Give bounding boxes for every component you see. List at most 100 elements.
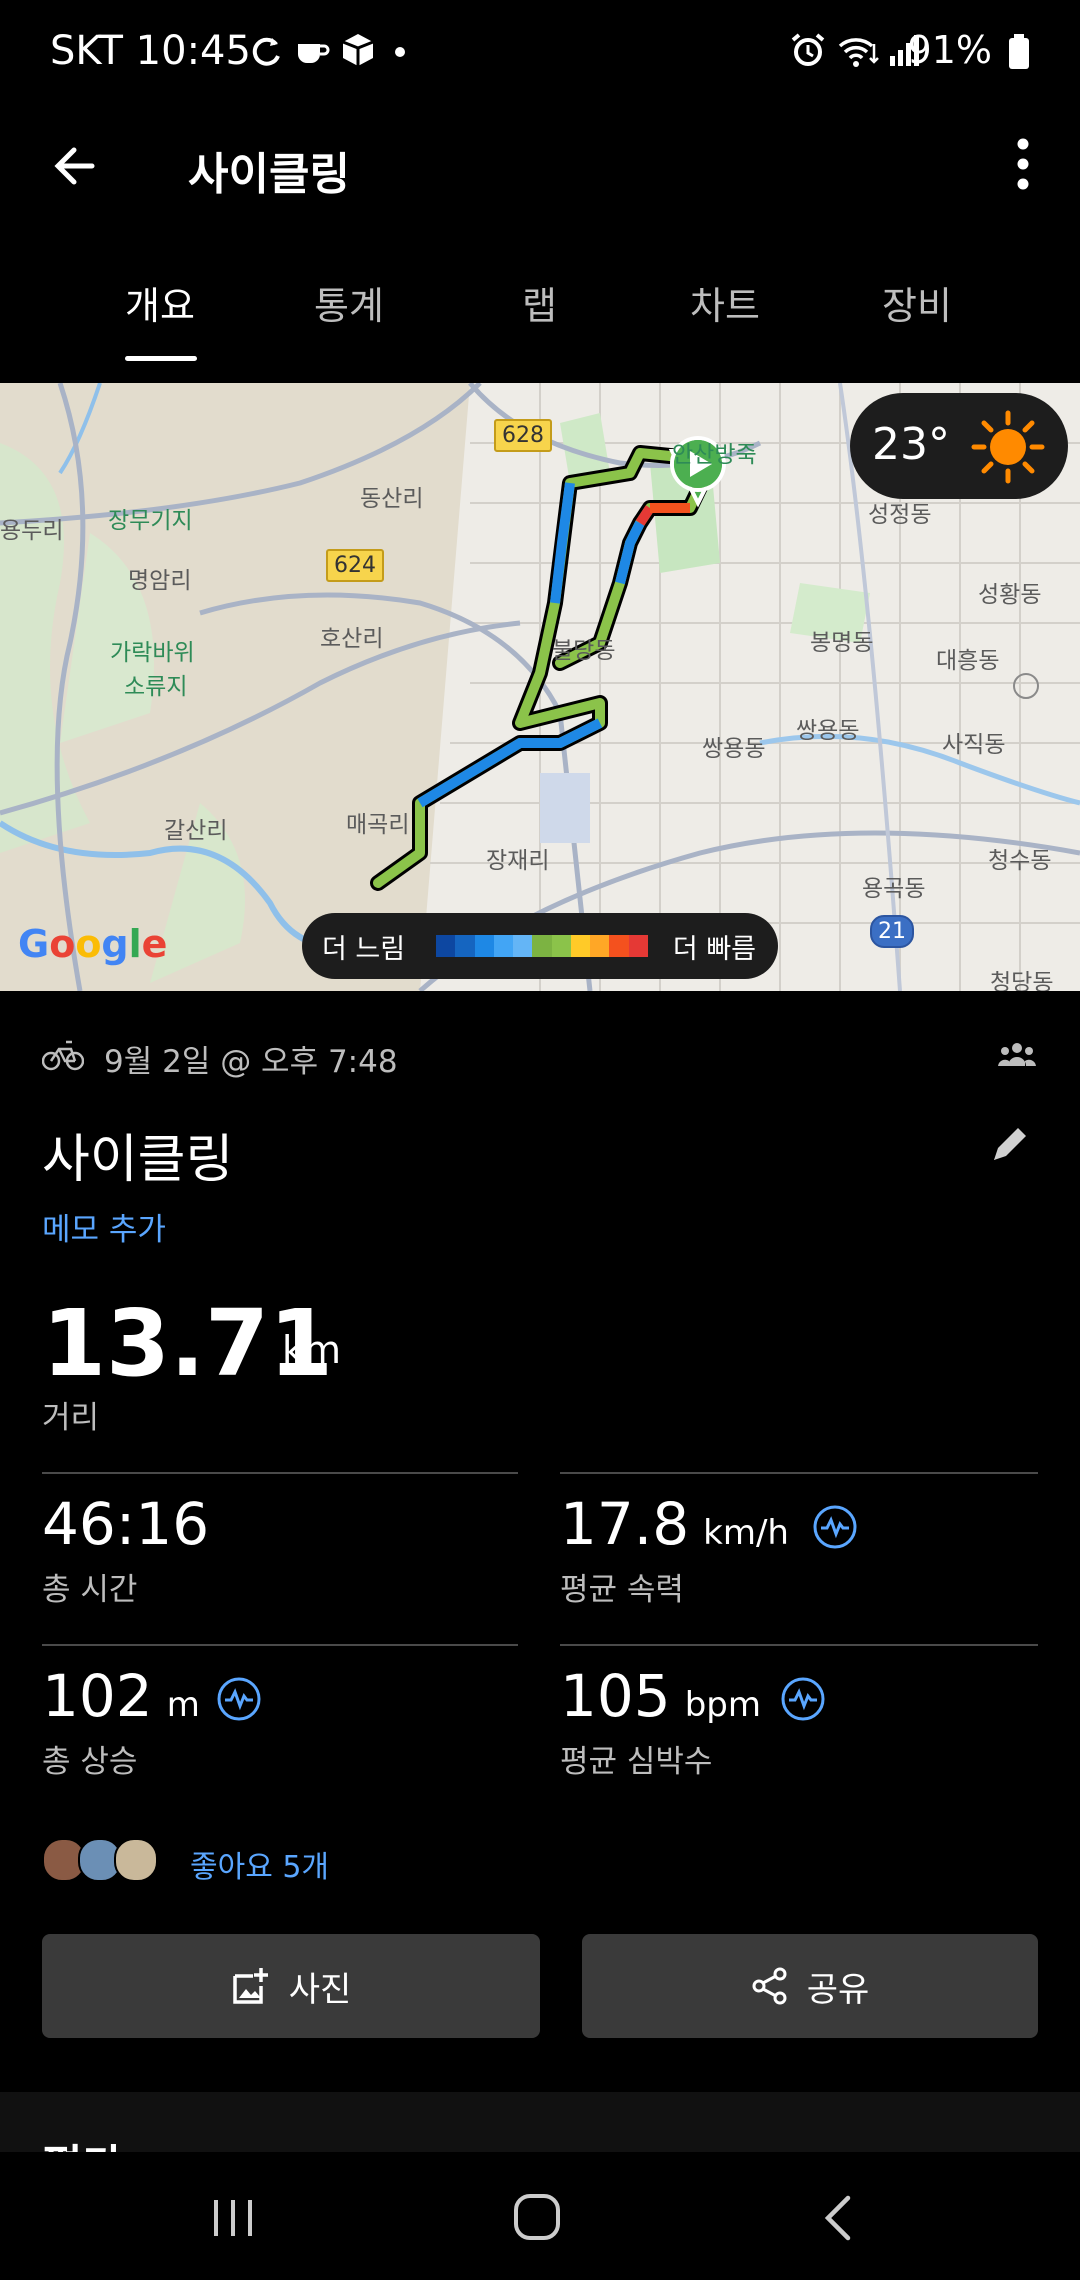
stat-total-time: 46:16 — [42, 1490, 209, 1558]
map-label: 쌍용동 — [796, 718, 860, 744]
sun-icon — [971, 410, 1045, 484]
bicycle-icon — [42, 1040, 84, 1071]
photo-button-label: 사진 — [288, 1969, 352, 2010]
back-arrow-icon[interactable] — [46, 138, 102, 194]
road-sign: 624 — [326, 549, 384, 582]
back-icon[interactable] — [820, 2194, 856, 2242]
legend-color-swatch — [609, 935, 629, 957]
legend-color-swatch — [436, 935, 456, 957]
pulse-chart-icon[interactable] — [780, 1676, 826, 1722]
map-label: 대흥동 — [936, 648, 1000, 674]
map-label: 명암리 — [128, 568, 192, 594]
next-section-panel — [0, 2092, 1080, 2152]
status-bar: SKT 10:45 91% — [0, 0, 1080, 110]
divider — [42, 1472, 518, 1474]
stat-value: 102 — [42, 1662, 153, 1730]
map-label: 청당동 — [990, 970, 1054, 991]
map-label: 봉명동 — [810, 630, 874, 656]
map-label: 장재리 — [486, 848, 550, 874]
avatar — [114, 1838, 158, 1882]
weather-temperature: 23° — [872, 419, 950, 470]
map-label: 장무기지 — [108, 508, 193, 534]
notification-dot-icon — [395, 47, 405, 57]
legend-color-swatch — [474, 935, 494, 957]
stat-value: 105 — [560, 1662, 671, 1730]
stat-value: 46:16 — [42, 1490, 210, 1558]
pulse-chart-icon[interactable] — [812, 1504, 858, 1550]
wifi-icon — [838, 38, 879, 67]
coffee-icon — [298, 44, 330, 63]
system-nav-bar — [0, 2152, 1080, 2280]
map-label: 안산방죽 — [672, 442, 757, 468]
map-label: 성황동 — [978, 582, 1042, 608]
alarm-icon — [791, 33, 825, 66]
page-title: 사이클링 — [188, 149, 350, 200]
share-button[interactable]: 공유 — [582, 1934, 1038, 2038]
map-label: 사직동 — [942, 732, 1006, 758]
activity-date: 9월 2일 @ 오후 7:48 — [104, 1044, 398, 1080]
tab-gear[interactable]: 장비 — [882, 275, 952, 330]
edit-pencil-icon[interactable] — [986, 1120, 1034, 1168]
activity-name: 사이클링 — [42, 1130, 234, 1190]
speed-color-scale — [436, 935, 648, 957]
legend-fast-label: 더 빠름 — [672, 934, 756, 965]
group-icon[interactable] — [998, 1040, 1036, 1068]
stat-avg-speed: 17.8 km/h — [560, 1490, 789, 1558]
stat-label: 총 시간 — [42, 1572, 138, 1608]
divider — [42, 1644, 518, 1646]
map-label: 가락바위 — [110, 640, 195, 666]
tab-laps[interactable]: 랩 — [522, 275, 557, 330]
legend-slow-label: 더 느림 — [322, 934, 406, 965]
map-label: 불당동 — [552, 638, 616, 664]
map-label: 소류지 — [124, 674, 188, 700]
weather-chip: 23° — [850, 393, 1068, 499]
legend-color-swatch — [570, 935, 591, 957]
stat-unit: km/h — [703, 1513, 789, 1553]
more-options-icon[interactable] — [1006, 134, 1040, 194]
photo-button[interactable]: 사진 — [42, 1934, 540, 2038]
divider — [560, 1644, 1038, 1646]
home-icon[interactable] — [512, 2192, 562, 2242]
google-logo: Google — [18, 922, 168, 966]
status-time: SKT 10:45 — [50, 28, 251, 74]
legend-color-swatch — [493, 935, 514, 957]
add-photo-icon — [232, 1968, 268, 2004]
sync-icon — [252, 37, 280, 66]
battery-icon — [1009, 34, 1029, 69]
legend-color-swatch — [455, 935, 475, 957]
map-label: 호산리 — [320, 626, 384, 652]
tab-overview[interactable]: 개요 — [125, 275, 195, 330]
legend-color-swatch — [628, 935, 648, 957]
stat-unit: m — [166, 1685, 200, 1725]
tab-active-indicator — [125, 356, 197, 361]
speed-legend: 더 느림 더 빠름 — [302, 913, 778, 979]
tab-charts[interactable]: 차트 — [690, 275, 760, 330]
battery-percent: 91% — [907, 28, 992, 72]
stat-avg-heart-rate: 105 bpm — [560, 1662, 761, 1730]
add-memo-link[interactable]: 메모 추가 — [42, 1204, 166, 1249]
map-label: 쌍용동 — [702, 736, 766, 762]
share-button-label: 공유 — [806, 1969, 870, 2010]
stat-label: 평균 심박수 — [560, 1744, 713, 1780]
tab-statistics[interactable]: 통계 — [314, 275, 384, 330]
recent-apps-icon[interactable] — [210, 2196, 256, 2240]
legend-color-swatch — [590, 935, 610, 957]
stat-elevation-gain: 102 m — [42, 1662, 200, 1730]
map-label: 매곡리 — [346, 812, 410, 838]
map-label: 용곡동 — [862, 876, 926, 902]
map-label: 용두리 — [0, 518, 64, 544]
legend-color-swatch — [532, 935, 552, 957]
pulse-chart-icon[interactable] — [216, 1676, 262, 1722]
map-label: 성정동 — [868, 502, 932, 528]
stat-unit: bpm — [684, 1685, 762, 1725]
map-label: 갈산리 — [164, 818, 228, 844]
package-icon — [342, 34, 374, 66]
likes-count-link[interactable]: 좋아요 5개 — [190, 1842, 329, 1886]
share-icon — [752, 1967, 787, 2005]
distance-label: 거리 — [42, 1400, 100, 1436]
stat-label: 평균 속력 — [560, 1572, 684, 1608]
app-bar: 사이클링 — [0, 110, 1080, 220]
distance-unit: km — [282, 1328, 342, 1372]
map-label: 청수동 — [988, 848, 1052, 874]
road-sign: 628 — [494, 419, 552, 452]
